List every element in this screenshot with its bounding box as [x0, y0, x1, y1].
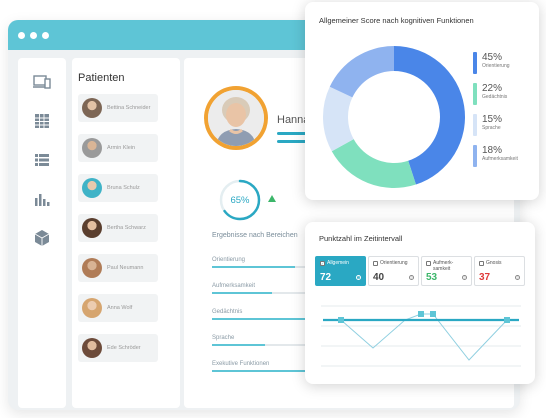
window-dot[interactable]: [18, 31, 25, 39]
checkbox[interactable]: [426, 261, 431, 266]
patient-item[interactable]: Paul Neumann: [78, 254, 158, 282]
donut-slice-aufmerksamkeit[interactable]: [329, 46, 394, 98]
tab-orientierung[interactable]: Orientierung 40 ?: [368, 256, 419, 286]
avatar: [82, 338, 102, 358]
info-icon[interactable]: ?: [356, 275, 361, 280]
result-bar: [212, 292, 272, 294]
patient-name: Bettina Schneider: [107, 105, 151, 111]
checkbox[interactable]: [373, 261, 378, 266]
result-bar: [212, 344, 265, 346]
avatar: [82, 98, 102, 118]
patient-name: Bruna Schulz: [107, 185, 140, 191]
patient-name: Ede Schröder: [107, 345, 141, 351]
data-point[interactable]: [430, 311, 436, 317]
patient-photo-ring: [204, 86, 268, 150]
patient-item[interactable]: Bettina Schneider: [78, 94, 158, 122]
legend-value: 18%: [482, 145, 503, 156]
patient-list-title: Patienten: [78, 72, 125, 84]
patient-item[interactable]: Anna Wolf: [78, 294, 158, 322]
time-line-chart: [321, 305, 521, 367]
time-interval-title: Punktzahl im Zeitintervall: [319, 234, 403, 243]
info-icon[interactable]: ?: [462, 275, 467, 280]
devices-icon[interactable]: [32, 72, 52, 92]
legend-label: Orientierung: [482, 63, 510, 69]
donut-slice-sprache[interactable]: [323, 86, 354, 152]
patient-photo: [208, 90, 264, 146]
donut-chart: [323, 46, 465, 189]
patient-item[interactable]: Bertha Schwarz: [78, 214, 158, 242]
avatar: [82, 178, 102, 198]
time-interval-card: Punktzahl im Zeitintervall ✓ Allgemein 72…: [305, 222, 535, 384]
result-bar: [212, 318, 320, 320]
tab-label: Gnosis: [486, 260, 502, 266]
info-icon[interactable]: ?: [515, 275, 520, 280]
data-point[interactable]: [338, 317, 344, 323]
avatar: [82, 138, 102, 158]
tab-label: Allgemein: [327, 260, 349, 266]
patient-name: Bertha Schwarz: [107, 225, 146, 231]
trend-up-icon: [268, 195, 276, 202]
patient-list: Patienten Bettina Schneider Armin Klein …: [72, 58, 180, 408]
info-icon[interactable]: ?: [409, 275, 414, 280]
legend-item: 22% Gedächtnis: [473, 83, 533, 105]
tab-label: Orientierung: [380, 260, 408, 266]
data-point[interactable]: [504, 317, 510, 323]
legend-label: Sprache: [482, 125, 501, 131]
result-bar: [212, 370, 310, 372]
patient-item[interactable]: Bruna Schulz: [78, 174, 158, 202]
tab-label: Aufmerk- samkeit: [433, 260, 454, 272]
legend-label: Gedächtnis: [482, 94, 508, 100]
donut-slice-gedächtnis[interactable]: [331, 139, 416, 189]
legend-swatch: [473, 145, 477, 167]
patient-name: Anna Wolf: [107, 305, 133, 311]
legend-swatch: [473, 52, 477, 74]
legend-item: 15% Sprache: [473, 114, 533, 136]
avatar: [82, 258, 102, 278]
legend-item: 18% Aufmerksamkeit: [473, 145, 533, 167]
bar-chart-icon[interactable]: [32, 189, 52, 209]
legend-swatch: [473, 83, 477, 105]
tab-value: 72: [320, 272, 332, 283]
avatar: [82, 218, 102, 238]
score-percent: 65%: [230, 194, 250, 206]
patient-name: Paul Neumann: [107, 265, 144, 271]
legend-value: 45%: [482, 52, 503, 63]
tab-value: 53: [426, 272, 438, 283]
tab-allgemein[interactable]: ✓ Allgemein 72 ?: [315, 256, 366, 286]
list-icon[interactable]: [32, 150, 52, 170]
tab-aufmerksamkeit[interactable]: Aufmerk- samkeit 53 ?: [421, 256, 472, 286]
results-title: Ergebnisse nach Bereichen: [212, 232, 298, 239]
data-point[interactable]: [418, 311, 424, 317]
patient-item[interactable]: Armin Klein: [78, 134, 158, 162]
tab-value: 37: [479, 272, 491, 283]
window-dot[interactable]: [42, 31, 49, 39]
name-underline: [277, 140, 307, 143]
tab-value: 40: [373, 272, 385, 283]
result-bar: [212, 266, 295, 268]
legend-value: 22%: [482, 83, 503, 94]
legend-value: 15%: [482, 114, 503, 125]
legend-item: 45% Orientierung: [473, 52, 533, 74]
checkbox[interactable]: [479, 261, 484, 266]
legend-label: Aufmerksamkeit: [482, 156, 518, 162]
legend-swatch: [473, 114, 477, 136]
donut-chart-card: Allgemeiner Score nach kognitiven Funkti…: [305, 2, 539, 200]
patient-name: Armin Klein: [107, 145, 136, 151]
table-icon[interactable]: [32, 111, 52, 131]
tab-gnosis[interactable]: Gnosis 37 ?: [474, 256, 525, 286]
patient-item[interactable]: Ede Schröder: [78, 334, 158, 362]
icon-sidebar: [18, 58, 66, 408]
window-dot[interactable]: [30, 31, 37, 39]
avatar: [82, 298, 102, 318]
checkbox[interactable]: ✓: [320, 261, 325, 266]
donut-chart-title: Allgemeiner Score nach kognitiven Funkti…: [319, 16, 474, 25]
box-icon[interactable]: [32, 228, 52, 248]
